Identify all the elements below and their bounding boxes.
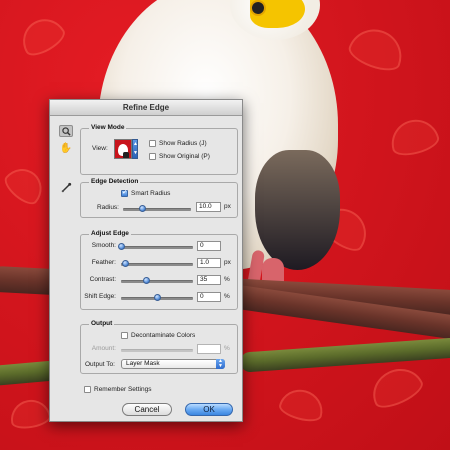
show-radius-checkbox[interactable] bbox=[149, 140, 156, 147]
zoom-tool-icon[interactable] bbox=[59, 125, 73, 137]
edge-detection-title: Edge Detection bbox=[89, 178, 141, 185]
dialog-title: Refine Edge bbox=[50, 100, 242, 116]
amount-label: Amount: bbox=[91, 345, 116, 352]
feather-label: Feather: bbox=[91, 259, 116, 266]
output-group: Output Decontaminate Colors Amount: % Ou… bbox=[80, 320, 238, 374]
amount-input[interactable] bbox=[197, 344, 221, 354]
ok-button[interactable]: OK bbox=[185, 403, 233, 416]
smooth-slider[interactable] bbox=[118, 243, 193, 250]
feather-unit: px bbox=[224, 259, 231, 266]
feather-input[interactable]: 1.0 bbox=[197, 258, 221, 268]
decontaminate-colors-label: Decontaminate Colors bbox=[131, 332, 196, 339]
smooth-label: Smooth: bbox=[91, 242, 116, 249]
contrast-slider[interactable] bbox=[121, 277, 193, 284]
amount-slider bbox=[121, 349, 193, 352]
output-to-select[interactable]: Layer Mask ▲ ▼ bbox=[121, 359, 225, 369]
decontaminate-colors-checkbox[interactable] bbox=[121, 332, 128, 339]
output-to-dropdown-icon: ▲ ▼ bbox=[216, 359, 225, 369]
hand-tool-icon[interactable]: ✋ bbox=[59, 142, 73, 154]
refine-edge-dialog: Refine Edge ✋ View Mode View: ▲ ▼ Show Ra… bbox=[49, 99, 243, 422]
show-original-label: Show Original (P) bbox=[159, 153, 210, 160]
show-radius-label: Show Radius (J) bbox=[159, 140, 207, 147]
feather-slider-knob[interactable] bbox=[121, 260, 129, 267]
radius-label: Radius: bbox=[96, 204, 119, 211]
output-to-label: Output To: bbox=[85, 361, 115, 368]
radius-input[interactable]: 10.0 bbox=[196, 202, 221, 212]
smart-radius-checkbox[interactable] bbox=[121, 188, 128, 197]
cancel-button[interactable]: Cancel bbox=[122, 403, 172, 416]
remember-settings-label: Remember Settings bbox=[94, 386, 152, 393]
shift-edge-slider[interactable] bbox=[121, 294, 193, 301]
feather-slider[interactable] bbox=[121, 260, 193, 267]
contrast-input[interactable]: 35 bbox=[197, 275, 221, 285]
shift-edge-input[interactable]: 0 bbox=[197, 292, 221, 302]
bird-wing bbox=[255, 150, 340, 270]
contrast-slider-knob[interactable] bbox=[143, 277, 151, 284]
shift-edge-unit: % bbox=[224, 293, 230, 300]
smooth-input[interactable]: 0 bbox=[197, 241, 221, 251]
radius-slider[interactable] bbox=[123, 205, 191, 212]
output-to-value: Layer Mask bbox=[126, 360, 160, 367]
adjust-edge-group: Adjust Edge Smooth: 0 Feather: 1.0 px Co… bbox=[80, 230, 238, 310]
view-mode-title: View Mode bbox=[89, 124, 127, 131]
shift-edge-slider-knob[interactable] bbox=[154, 294, 161, 301]
smooth-slider-knob[interactable] bbox=[118, 243, 125, 250]
contrast-unit: % bbox=[224, 276, 230, 283]
edge-detection-group: Edge Detection Smart Radius Radius: 10.0… bbox=[80, 178, 238, 218]
shift-edge-label: Shift Edge: bbox=[84, 293, 116, 300]
smart-radius-label: Smart Radius bbox=[131, 190, 171, 197]
bird-eye bbox=[250, 0, 266, 16]
output-title: Output bbox=[89, 320, 115, 327]
amount-unit: % bbox=[224, 345, 230, 352]
adjust-edge-title: Adjust Edge bbox=[89, 230, 131, 237]
refine-radius-tool-icon[interactable] bbox=[59, 181, 73, 193]
view-label: View: bbox=[92, 145, 108, 152]
view-mode-group: View Mode View: ▲ ▼ Show Radius (J) Show … bbox=[80, 124, 238, 175]
radius-slider-knob[interactable] bbox=[139, 205, 147, 212]
show-original-checkbox[interactable] bbox=[149, 153, 156, 160]
remember-settings-checkbox[interactable] bbox=[84, 386, 91, 393]
view-preview-thumbnail[interactable] bbox=[114, 139, 132, 159]
radius-unit: px bbox=[224, 203, 231, 210]
contrast-label: Contrast: bbox=[89, 276, 116, 283]
view-dropdown-arrow-icon[interactable]: ▲ ▼ bbox=[132, 139, 138, 159]
